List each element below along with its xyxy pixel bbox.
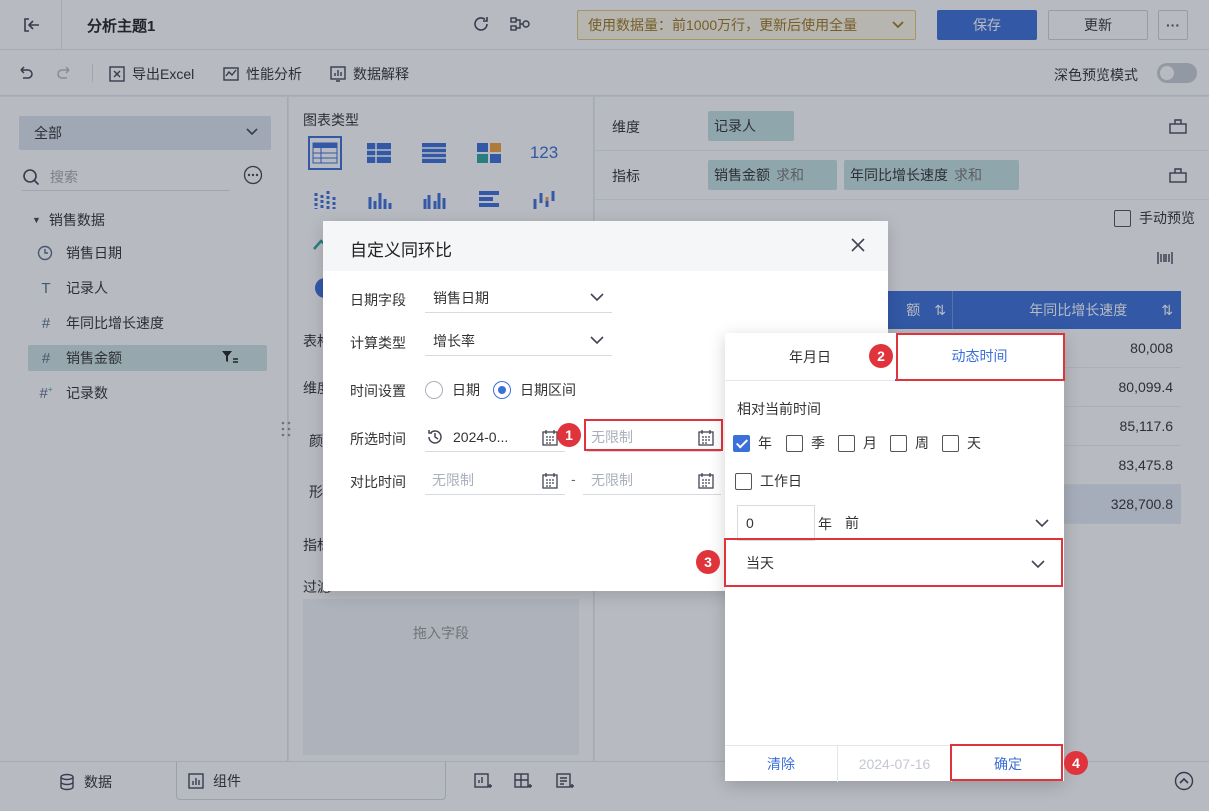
time-setting-label: 时间设置	[350, 383, 406, 399]
checkbox-week[interactable]: 周	[890, 433, 929, 453]
radio-label: 日期区间	[520, 382, 576, 398]
checkbox-quarter[interactable]: 季	[786, 433, 825, 453]
date-placeholder: 无限制	[432, 471, 474, 488]
history-icon	[428, 429, 442, 444]
checkbox-box	[838, 434, 855, 452]
checkbox-workday[interactable]: 工作日	[735, 471, 802, 491]
offset-direction-select[interactable]: 前	[841, 505, 1049, 541]
date-preview: 2024-07-16	[858, 756, 931, 772]
selected-start-date[interactable]: 2024-0...	[425, 422, 565, 452]
compare-time-label: 对比时间	[350, 474, 406, 490]
checkbox-box	[786, 434, 803, 452]
relative-time-label: 相对当前时间	[737, 401, 821, 417]
highlight-box-3	[724, 538, 1063, 587]
select-value: 前	[845, 515, 859, 531]
checkbox-label: 天	[967, 435, 981, 451]
radio-label: 日期	[452, 382, 480, 398]
calc-type-label: 计算类型	[350, 335, 406, 351]
selected-time-label: 所选时间	[350, 431, 406, 447]
checkbox-label: 年	[758, 435, 772, 451]
checkbox-box	[942, 434, 959, 452]
chevron-down-icon	[590, 292, 604, 302]
date-placeholder: 无限制	[591, 471, 633, 488]
date-field-label: 日期字段	[350, 292, 406, 308]
checkbox-box	[735, 472, 752, 490]
date-field-select[interactable]: 销售日期	[425, 283, 612, 313]
highlight-box-1	[584, 419, 723, 451]
dialog-header: 自定义同环比	[323, 221, 888, 271]
highlight-box-2	[896, 333, 1065, 381]
checkbox-year[interactable]: 年	[733, 433, 772, 453]
checkbox-label: 月	[863, 435, 877, 451]
checkbox-day[interactable]: 天	[942, 433, 981, 453]
offset-unit: 年	[818, 516, 832, 532]
calc-type-select[interactable]: 增长率	[425, 326, 612, 356]
step-badge-1: 1	[557, 423, 581, 447]
select-value: 销售日期	[433, 289, 489, 306]
radio-date-range[interactable]: 日期区间	[493, 380, 576, 400]
close-icon[interactable]	[850, 237, 866, 253]
checkbox-box	[890, 434, 907, 452]
select-value: 增长率	[433, 332, 475, 349]
checkbox-label: 季	[811, 435, 825, 451]
checkbox-label: 周	[915, 435, 929, 451]
offset-input[interactable]: 0	[737, 505, 815, 541]
chevron-down-icon	[1035, 518, 1049, 528]
calendar-icon[interactable]	[697, 472, 715, 490]
step-badge-2: 2	[869, 344, 893, 368]
checkbox-box	[733, 434, 750, 452]
step-badge-4: 4	[1064, 751, 1088, 775]
checkbox-month[interactable]: 月	[838, 433, 877, 453]
range-dash: -	[571, 471, 576, 487]
radio-date[interactable]: 日期	[425, 380, 480, 400]
clear-button[interactable]: 清除	[725, 746, 838, 782]
highlight-box-4	[950, 744, 1063, 781]
date-value: 2024-0...	[453, 428, 509, 445]
step-badge-3: 3	[696, 550, 720, 574]
dialog-title: 自定义同环比	[350, 241, 452, 260]
radio-circle	[425, 381, 443, 399]
radio-circle	[493, 381, 511, 399]
checkbox-label: 工作日	[760, 473, 802, 489]
chevron-down-icon	[590, 335, 604, 345]
compare-start-date[interactable]: 无限制	[425, 465, 565, 495]
compare-end-date[interactable]: 无限制	[583, 465, 721, 495]
calendar-icon[interactable]	[541, 472, 559, 490]
